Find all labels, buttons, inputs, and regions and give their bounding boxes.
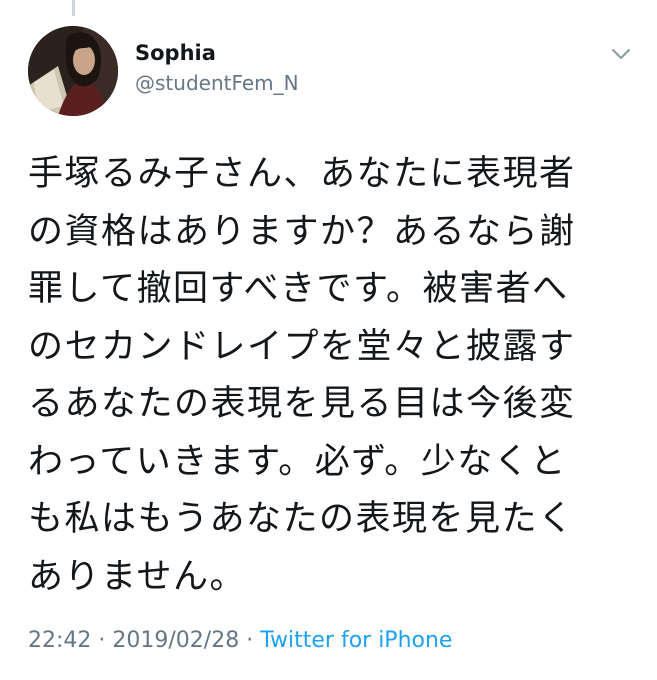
- user-display-name[interactable]: Sophia: [135, 40, 216, 66]
- meta-separator: ·: [246, 628, 254, 653]
- tweet-header: Sophia @studentFem_N: [28, 26, 638, 118]
- avatar[interactable]: [28, 26, 118, 116]
- tweet-source-link[interactable]: Twitter for iPhone: [260, 628, 452, 653]
- avatar-image: [28, 26, 118, 116]
- tweet-date[interactable]: 2019/02/28: [112, 628, 239, 653]
- chevron-down-icon[interactable]: [610, 46, 632, 62]
- chevron-down-glyph: [612, 49, 630, 59]
- user-handle[interactable]: @studentFem_N: [135, 70, 299, 96]
- tweet-metadata: 22:42 · 2019/02/28 · Twitter for iPhone: [28, 626, 452, 656]
- thread-connector-line: [72, 0, 75, 16]
- tweet-time[interactable]: 22:42: [28, 628, 91, 653]
- tweet-text: 手塚るみ子さん、あなたに表現者 の資格はありますか？あるなら謝 罪して撤回すべき…: [28, 154, 576, 597]
- meta-separator: ·: [98, 628, 106, 653]
